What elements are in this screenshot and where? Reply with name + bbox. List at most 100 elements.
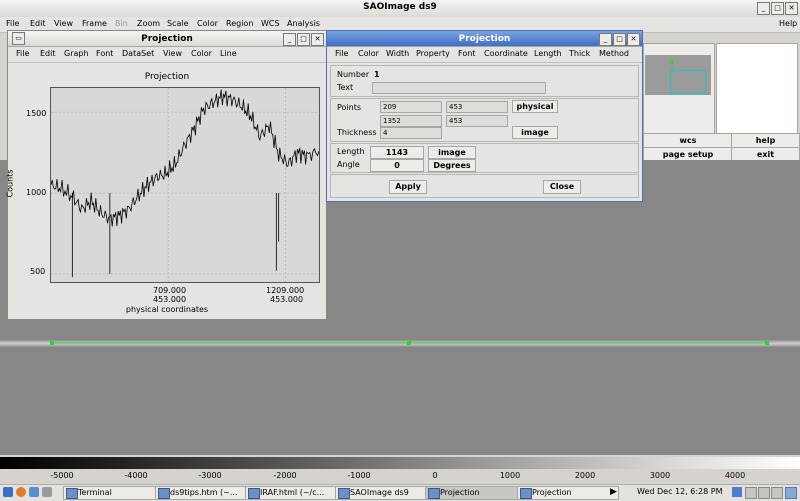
- taskbar: Terminal ds9tips.htm (~... IRAF.html (~/…: [0, 484, 800, 501]
- magnifier: [716, 43, 798, 135]
- proj-menu-method[interactable]: Method: [599, 49, 629, 58]
- x-tick-label: 1209.000: [266, 286, 305, 295]
- launcher-icon[interactable]: [42, 487, 52, 497]
- firefox-icon[interactable]: [16, 487, 26, 497]
- graph-menu-color[interactable]: Color: [191, 49, 212, 58]
- menu-view[interactable]: View: [54, 19, 73, 28]
- task-ds9tips[interactable]: ds9tips.htm (~...: [155, 486, 257, 500]
- region-handle-end[interactable]: [765, 341, 769, 345]
- graph-window-title: Projection: [141, 34, 193, 44]
- terminal-icon: [66, 488, 78, 499]
- close-button[interactable]: Close: [543, 180, 581, 194]
- text-input[interactable]: [372, 82, 546, 94]
- desktop-icon[interactable]: [3, 487, 13, 497]
- colorbar-tick: 4000: [724, 471, 746, 480]
- task-label: Terminal: [78, 488, 112, 497]
- proj-menu-width[interactable]: Width: [386, 49, 409, 58]
- wcs-button[interactable]: wcs: [643, 133, 733, 148]
- colorbar-tick: -4000: [124, 471, 148, 480]
- angle-unit-button[interactable]: Degrees: [428, 159, 476, 172]
- menu-edit[interactable]: Edit: [30, 19, 46, 28]
- graph-menu-edit[interactable]: Edit: [40, 49, 56, 58]
- ds9-titlebar: SAOImage ds9 _ □ ✕: [0, 0, 800, 18]
- point2-x-input[interactable]: 1352: [380, 115, 442, 127]
- plot-area[interactable]: [50, 87, 320, 283]
- menu-help[interactable]: Help: [779, 19, 797, 28]
- workspace-icon[interactable]: [745, 487, 757, 499]
- window-icon: [428, 488, 440, 499]
- proj-menu-coordinate[interactable]: Coordinate: [484, 49, 528, 58]
- graph-menu-file[interactable]: File: [16, 49, 29, 58]
- workspace-icon[interactable]: [771, 487, 783, 499]
- proj-menu-color[interactable]: Color: [358, 49, 379, 58]
- task-ds9[interactable]: SAOImage ds9: [335, 486, 437, 500]
- menu-scale[interactable]: Scale: [167, 19, 189, 28]
- menu-frame[interactable]: Frame: [82, 19, 107, 28]
- close-icon[interactable]: ✕: [785, 2, 798, 15]
- angle-value: 0: [370, 159, 424, 172]
- projection-plot: [50, 88, 320, 282]
- graph-titlebar[interactable]: ▭ Projection _ □ ✕: [8, 31, 326, 47]
- launcher-icon[interactable]: [29, 487, 39, 497]
- window-icon: [520, 488, 532, 499]
- menu-wcs[interactable]: WCS: [261, 19, 280, 28]
- close-icon[interactable]: ✕: [311, 33, 324, 46]
- projection-region[interactable]: [0, 335, 800, 351]
- menu-zoom[interactable]: Zoom: [137, 19, 160, 28]
- help-button[interactable]: help: [731, 133, 800, 148]
- clock[interactable]: Wed Dec 12, 6:28 PM: [637, 487, 723, 496]
- point1-x-input[interactable]: 209: [380, 101, 442, 113]
- proj-menu-font[interactable]: Font: [458, 49, 475, 58]
- trash-icon[interactable]: [785, 487, 797, 499]
- proj-menu-length[interactable]: Length: [534, 49, 562, 58]
- point1-y-input[interactable]: 453: [446, 101, 508, 113]
- graph-menubar: File Edit Graph Font DataSet View Color …: [8, 47, 326, 63]
- apply-button[interactable]: Apply: [389, 180, 427, 194]
- maximize-icon[interactable]: □: [297, 33, 310, 46]
- menu-analysis[interactable]: Analysis: [287, 19, 320, 28]
- task-iraf[interactable]: IRAF.html (~/c...: [245, 486, 347, 500]
- region-handle-mid[interactable]: [407, 341, 411, 345]
- thickness-coord-button[interactable]: image: [512, 126, 558, 139]
- graph-menu-dataset[interactable]: DataSet: [122, 49, 154, 58]
- proj-menu-file[interactable]: File: [335, 49, 348, 58]
- browser-icon: [248, 488, 260, 499]
- colorbar-tick: 0: [432, 471, 438, 480]
- y-tick-label: 1500: [26, 109, 47, 118]
- region-handle-start[interactable]: [50, 341, 54, 345]
- close-icon[interactable]: ✕: [627, 33, 640, 46]
- task-label: IRAF.html (~/c...: [260, 488, 325, 497]
- maximize-icon[interactable]: □: [771, 2, 784, 15]
- graph-menu-line[interactable]: Line: [220, 49, 237, 58]
- minimize-icon[interactable]: _: [599, 33, 612, 46]
- proj-menu-thick[interactable]: Thick: [569, 49, 590, 58]
- ds9-window-title: SAOImage ds9: [363, 2, 437, 12]
- projection-titlebar[interactable]: Projection _ □ ✕: [327, 31, 642, 47]
- graph-menu-view[interactable]: View: [163, 49, 182, 58]
- tray-icons[interactable]: ▶: [610, 487, 617, 497]
- y-tick-label: 1000: [26, 188, 47, 197]
- proj-menu-property[interactable]: Property: [416, 49, 450, 58]
- workspace-icon[interactable]: [732, 487, 742, 497]
- graph-menu-font[interactable]: Font: [96, 49, 113, 58]
- menu-region[interactable]: Region: [226, 19, 253, 28]
- minimize-icon[interactable]: _: [283, 33, 296, 46]
- minimize-icon[interactable]: _: [757, 2, 770, 15]
- task-projection-dialog[interactable]: Projection: [517, 486, 619, 500]
- points-coord-button[interactable]: physical: [512, 100, 558, 113]
- graph-window: ▭ Projection _ □ ✕ File Edit Graph Font Da…: [5, 30, 327, 320]
- projection-dialog: Projection _ □ ✕ File Color Width Property…: [326, 30, 643, 202]
- panner-compass: N: [669, 59, 674, 75]
- point2-y-input[interactable]: 453: [446, 115, 508, 127]
- task-terminal[interactable]: Terminal: [63, 486, 167, 500]
- task-projection-graph[interactable]: Projection: [425, 486, 527, 500]
- workspace-icon[interactable]: [758, 487, 770, 499]
- menu-color[interactable]: Color: [197, 19, 218, 28]
- graph-menu-graph[interactable]: Graph: [64, 49, 89, 58]
- menu-file[interactable]: File: [6, 19, 19, 28]
- length-coord-button[interactable]: image: [428, 146, 476, 159]
- thickness-input[interactable]: 4: [380, 127, 442, 139]
- colorbar[interactable]: [0, 457, 800, 469]
- maximize-icon[interactable]: □: [613, 33, 626, 46]
- length-label: Length: [337, 147, 365, 156]
